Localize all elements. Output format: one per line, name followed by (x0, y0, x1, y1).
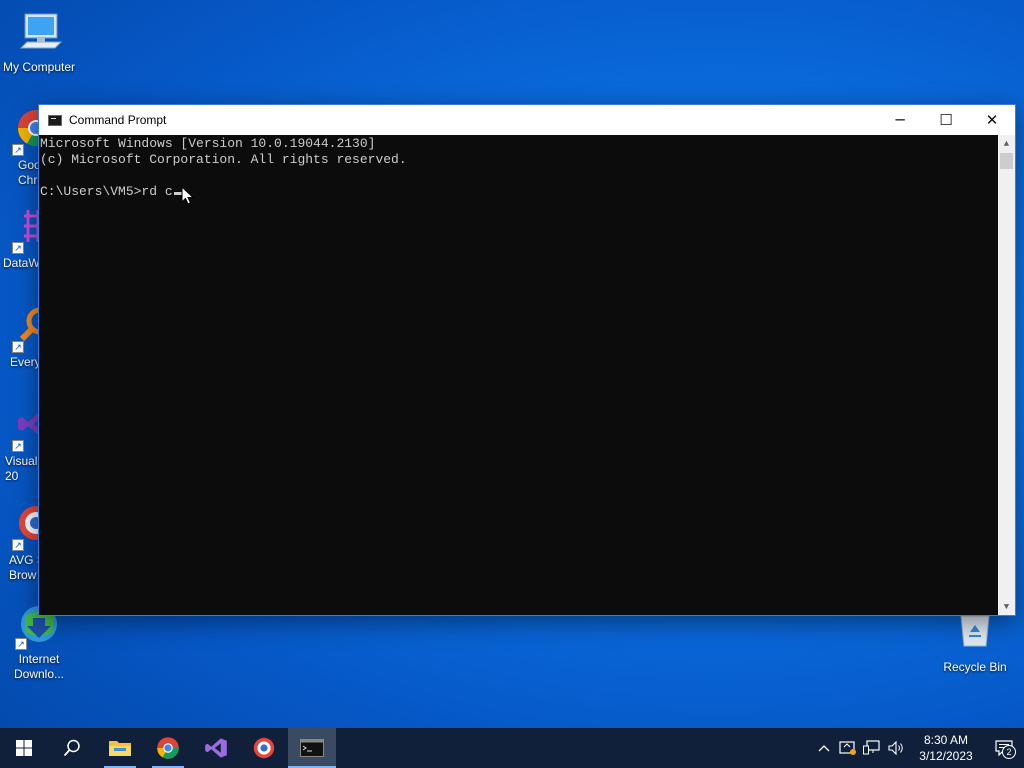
scroll-up-arrow-icon[interactable]: ▲ (998, 135, 1015, 152)
shortcut-arrow-icon: ↗ (12, 144, 24, 156)
command-prompt-icon (48, 114, 62, 126)
console-output[interactable]: Microsoft Windows [Version 10.0.19044.21… (39, 135, 1015, 615)
taskbar-chrome[interactable] (144, 728, 192, 768)
search-button[interactable] (48, 728, 96, 768)
desktop-icon-label: My Computer (2, 60, 76, 74)
taskbar: 8:30 AM 3/12/2023 2 (0, 728, 1024, 768)
tray-app-icon (839, 741, 856, 755)
chrome-icon (157, 737, 179, 759)
system-tray: 8:30 AM 3/12/2023 2 (812, 728, 1024, 768)
clock-date: 3/12/2023 (919, 749, 973, 763)
computer-icon (15, 10, 63, 58)
title-bar[interactable]: Command Prompt ─ ☐ ✕ (39, 105, 1015, 135)
taskbar-avg-browser[interactable] (240, 728, 288, 768)
chevron-up-icon (818, 745, 830, 752)
recycle-bin-icon (951, 610, 999, 658)
console-line: (c) Microsoft Corporation. All rights re… (40, 152, 407, 167)
shortcut-arrow-icon: ↗ (12, 341, 24, 353)
avg-browser-icon (253, 737, 275, 759)
taskbar-file-explorer[interactable] (96, 728, 144, 768)
shortcut-arrow-icon: ↗ (12, 242, 24, 254)
desktop-icon-label: Internet Downlo... (13, 652, 65, 681)
volume-icon (888, 740, 903, 756)
command-prompt-icon (300, 739, 324, 757)
shortcut-arrow-icon: ↗ (12, 539, 24, 551)
clock-time: 8:30 AM (923, 733, 969, 747)
action-center-button[interactable]: 2 (984, 728, 1024, 768)
close-button[interactable]: ✕ (969, 105, 1015, 135)
desktop-icon-my-computer[interactable]: My Computer (0, 10, 78, 75)
network-icon (863, 740, 880, 755)
notification-count-badge: 2 (1002, 745, 1016, 759)
scroll-down-arrow-icon[interactable]: ▼ (998, 598, 1015, 615)
volume-button[interactable] (884, 728, 908, 768)
command-prompt-window[interactable]: Command Prompt ─ ☐ ✕ Microsoft Windows [… (38, 104, 1016, 616)
file-explorer-icon (109, 741, 131, 756)
start-button[interactable] (0, 728, 48, 768)
shortcut-arrow-icon: ↗ (12, 440, 24, 452)
start-icon (16, 740, 32, 756)
desktop-icon-recycle-bin[interactable]: Recycle Bin (936, 610, 1014, 675)
taskbar-command-prompt[interactable] (288, 728, 336, 768)
mouse-pointer-icon (181, 186, 195, 205)
window-title: Command Prompt (69, 113, 167, 127)
show-hidden-icons-button[interactable] (812, 728, 836, 768)
clock[interactable]: 8:30 AM 3/12/2023 (908, 732, 984, 764)
vertical-scrollbar[interactable]: ▲ ▼ (998, 135, 1015, 615)
maximize-button[interactable]: ☐ (923, 105, 969, 135)
search-icon (63, 739, 80, 757)
network-button[interactable] (860, 728, 884, 768)
visual-studio-icon (205, 738, 227, 758)
shortcut-arrow-icon: ↗ (15, 638, 27, 650)
tray-app-button[interactable] (836, 728, 860, 768)
taskbar-visual-studio[interactable] (192, 728, 240, 768)
scroll-thumb[interactable] (1000, 153, 1013, 169)
minimize-button[interactable]: ─ (877, 105, 923, 135)
desktop-icon-label: Recycle Bin (943, 660, 1007, 674)
console-line: Microsoft Windows [Version 10.0.19044.21… (40, 136, 376, 151)
console-input[interactable]: C:\Users\VM5>rd c (40, 184, 173, 199)
